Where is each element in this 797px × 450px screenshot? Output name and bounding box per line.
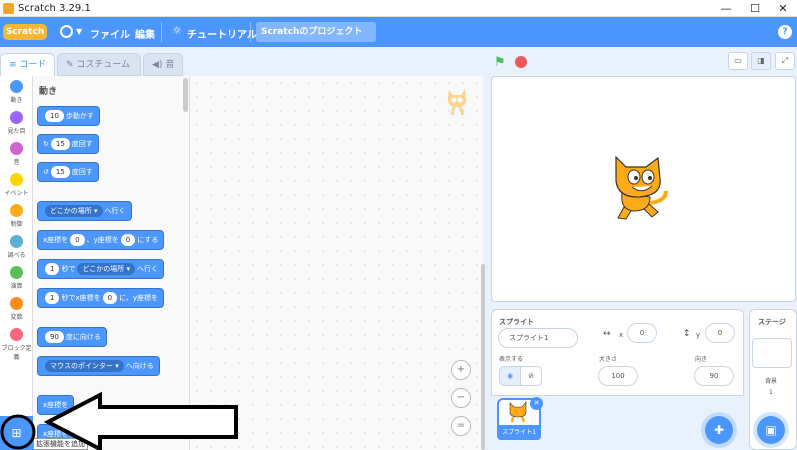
goto-block[interactable]: どこかの場所 ▾ へ行く: [37, 201, 132, 221]
zoom-in-button[interactable]: +: [451, 360, 471, 380]
maximize-button[interactable]: ☐: [741, 0, 769, 17]
category-motion[interactable]: 動き: [0, 80, 33, 104]
annotation-arrow-icon: [0, 391, 238, 450]
show-visible-eye-icon[interactable]: ◉: [499, 366, 521, 386]
tutorial-menu[interactable]: チュートリアル: [187, 26, 257, 41]
brush-icon: ✎: [66, 60, 74, 70]
palette-scrollbar[interactable]: [183, 78, 188, 112]
sprite-name-input[interactable]: スプライト1: [498, 328, 578, 348]
window-title: Scratch 3.29.1: [18, 3, 91, 14]
zoom-out-button[interactable]: −: [451, 388, 471, 408]
palette-section-title: 動き: [39, 87, 58, 97]
window-titlebar: Scratch 3.29.1 — ☐ ✕: [0, 0, 797, 17]
size-input[interactable]: 100: [598, 366, 638, 386]
glide-to-block[interactable]: 1 秒で どこかの場所 ▾ へ行く: [37, 259, 165, 279]
direction-input[interactable]: 90: [694, 366, 734, 386]
minimize-button[interactable]: —: [712, 0, 740, 17]
direction-label: 向き: [695, 356, 708, 363]
rotate-right-icon: ↻: [43, 140, 49, 148]
trash-icon[interactable]: ✕: [530, 397, 543, 410]
fullscreen-button[interactable]: ⤢: [775, 52, 795, 70]
category-events[interactable]: イベント: [0, 173, 33, 197]
backdrop-label: 背景: [765, 378, 778, 385]
category-my-blocks[interactable]: ブロック定義: [0, 328, 33, 361]
tab-costume[interactable]: ✎ コスチューム: [57, 53, 141, 76]
point-direction-block[interactable]: 90 度に向ける: [37, 327, 107, 347]
goto-xy-block[interactable]: x座標を 0 、y座標を 0 にする: [37, 230, 165, 250]
speaker-icon: ◀): [152, 60, 163, 70]
backdrop-count: 1: [769, 389, 773, 396]
zoom-reset-button[interactable]: =: [451, 416, 471, 436]
category-control[interactable]: 制御: [0, 204, 33, 228]
choose-backdrop-button[interactable]: ▣: [757, 416, 785, 444]
cat-thumbnail-icon: [509, 401, 527, 423]
stop-icon[interactable]: [515, 56, 527, 68]
cat-sprite[interactable]: [608, 155, 670, 221]
menu-divider: [250, 22, 251, 42]
green-flag-icon[interactable]: ⚑: [494, 55, 506, 70]
edit-menu[interactable]: 編集: [135, 26, 155, 41]
turn-right-block[interactable]: ↻ 15 度回す: [37, 134, 99, 154]
x-label: x: [619, 331, 624, 339]
menu-divider: [161, 22, 162, 42]
point-towards-block[interactable]: マウスのポインター ▾ へ向ける: [37, 356, 160, 376]
sprite-watermark-icon: [447, 89, 467, 116]
normal-stage-button[interactable]: ◨: [751, 52, 771, 70]
code-icon: ≡: [9, 60, 17, 70]
cat-add-icon: ✚: [713, 423, 725, 437]
rotate-left-icon: ↺: [43, 168, 49, 176]
stage-label: ステージ: [758, 318, 786, 326]
glide-to-xy-block[interactable]: 1 秒でx座標を 0 に、y座標を: [37, 288, 165, 308]
tab-code[interactable]: ≡ コード: [0, 53, 55, 76]
scratch-app-icon: [3, 3, 14, 14]
stage-thumbnail[interactable]: [752, 338, 792, 368]
lightbulb-icon: ☼: [172, 24, 182, 37]
scratch-logo[interactable]: Scratch: [3, 24, 47, 40]
y-label: y: [696, 331, 701, 339]
script-scrollbar[interactable]: [481, 264, 485, 450]
sprite-thumb-label: スプライト1: [497, 425, 541, 440]
sprite-label: スプライト: [499, 318, 534, 326]
image-add-icon: ▣: [765, 423, 777, 437]
category-variables[interactable]: 変数: [0, 297, 33, 321]
category-operators[interactable]: 演算: [0, 266, 33, 290]
category-looks[interactable]: 見た目: [0, 111, 33, 135]
category-sensing[interactable]: 調べる: [0, 235, 33, 259]
turn-left-block[interactable]: ↺ 15 度回す: [37, 162, 99, 182]
category-sound[interactable]: 音: [0, 142, 33, 166]
y-input[interactable]: 0: [705, 323, 735, 343]
project-title-input[interactable]: Scratchのプロジェクト: [256, 22, 376, 42]
hide-eye-icon[interactable]: ⊘: [520, 366, 542, 386]
close-window-button[interactable]: ✕: [769, 0, 797, 17]
language-globe-icon[interactable]: [60, 25, 73, 38]
vertical-arrow-icon: ↕: [683, 329, 691, 339]
menu-bar: Scratch ▼ ファイル 編集 ☼ チュートリアル Scratchのプロジェ…: [0, 17, 797, 47]
move-steps-block[interactable]: 10 歩動かす: [37, 106, 100, 126]
horizontal-arrow-icon: ↔: [603, 329, 611, 339]
file-menu[interactable]: ファイル: [90, 26, 130, 41]
help-icon[interactable]: ?: [778, 25, 792, 39]
size-label: 大きさ: [599, 356, 618, 363]
choose-sprite-button[interactable]: ✚: [705, 416, 733, 444]
show-label: 表示する: [499, 356, 524, 363]
tab-sound[interactable]: ◀) 音: [143, 53, 183, 76]
x-input[interactable]: 0: [627, 323, 657, 343]
category-menu: 動き 見た目 音 イベント 制御 調べる 演算 変数 ブロック定義: [0, 76, 33, 416]
small-stage-button[interactable]: ▭: [728, 52, 748, 70]
chevron-down-icon: ▼: [76, 27, 83, 36]
